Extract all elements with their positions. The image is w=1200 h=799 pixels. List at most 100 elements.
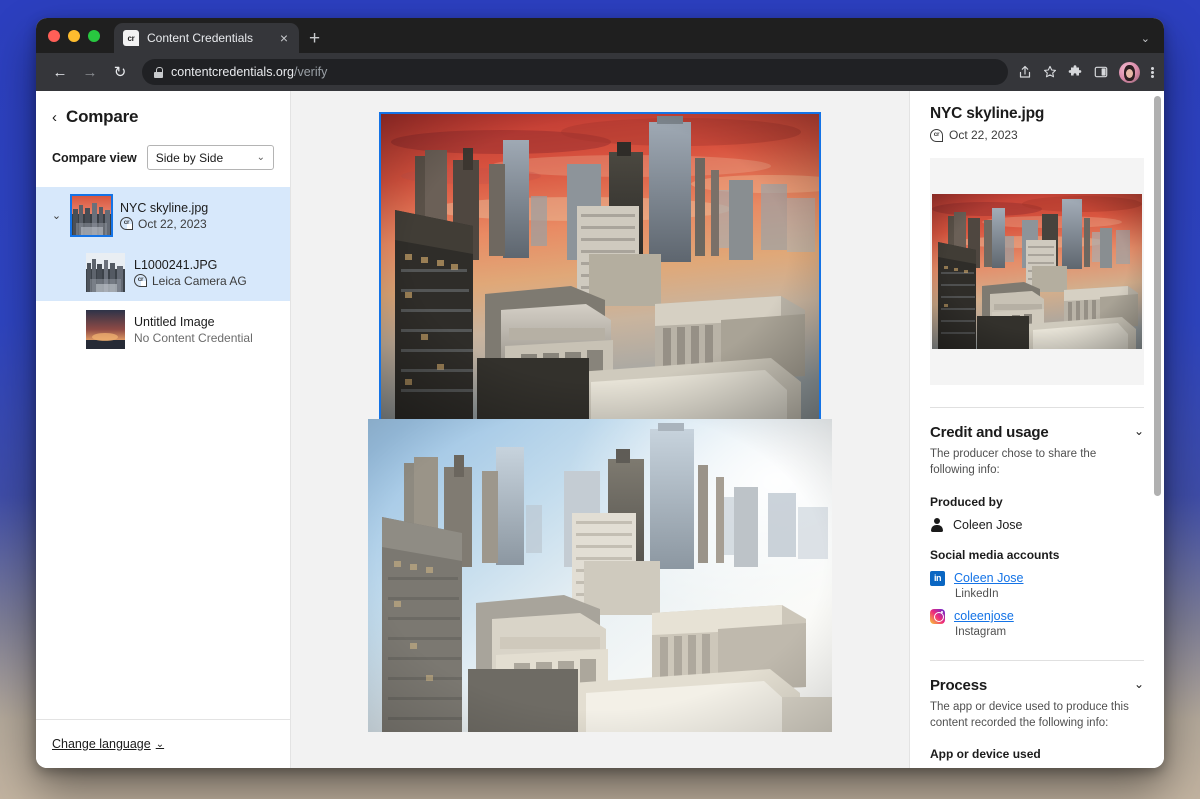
back-button[interactable]: ← — [46, 58, 74, 86]
instagram-caption: Instagram — [955, 626, 1144, 638]
maximize-window-button[interactable] — [88, 30, 100, 42]
file-list: ⌄ — [36, 187, 290, 719]
compare-view-select[interactable]: Side by Side ⌄ — [147, 145, 274, 170]
address-bar[interactable]: contentcredentials.org/verify — [142, 59, 1008, 85]
chevron-left-icon[interactable]: ‹ — [52, 109, 57, 126]
file-name: Untitled Image — [134, 315, 253, 329]
toolbar-icon-group — [1018, 62, 1154, 83]
file-subtitle: cr Oct 22, 2023 — [120, 217, 208, 231]
tab-search-chevron-down-icon[interactable]: ⌄ — [1141, 32, 1150, 45]
chevron-down-icon[interactable]: ⌄ — [1134, 424, 1144, 440]
file-subtitle-text: No Content Credential — [134, 331, 253, 345]
bookmark-star-icon[interactable] — [1043, 65, 1057, 79]
details-file-title: NYC skyline.jpg — [930, 105, 1144, 123]
content-credentials-favicon-icon: cr — [123, 30, 139, 46]
file-meta: L1000241.JPG cr Leica Camera AG — [134, 258, 247, 288]
lock-icon — [154, 67, 163, 78]
social-accounts-label: Social media accounts — [930, 548, 1144, 562]
original-nyc-skyline-photo[interactable] — [368, 419, 832, 732]
sidebar-footer: Change language ⌄ — [36, 719, 290, 768]
compare-view-value: Side by Side — [156, 151, 223, 165]
chevron-down-icon: ⌄ — [156, 739, 164, 750]
linkedin-link[interactable]: Coleen Jose — [954, 571, 1024, 585]
edited-nyc-skyline-photo[interactable] — [381, 114, 819, 419]
file-name: NYC skyline.jpg — [120, 201, 208, 215]
file-subtitle-text: Oct 22, 2023 — [138, 217, 207, 231]
sidebar-header: ‹ Compare Compare view Side by Side ⌄ — [36, 91, 290, 170]
section-credit-and-usage: Credit and usage ⌄ The producer chose to… — [930, 407, 1144, 638]
linkedin-icon: in — [930, 571, 945, 586]
details-preview-container — [930, 158, 1144, 385]
instagram-link[interactable]: coleenjose — [954, 609, 1014, 623]
section-description: The app or device used to produce this c… — [930, 700, 1144, 732]
list-item[interactable]: L1000241.JPG cr Leica Camera AG — [36, 244, 290, 301]
chevron-down-icon: ⌄ — [257, 152, 265, 163]
content-credentials-icon: cr — [134, 274, 147, 287]
compare-canvas — [291, 91, 909, 768]
close-tab-button[interactable]: × — [278, 31, 290, 45]
change-language-link[interactable]: Change language ⌄ — [52, 737, 164, 751]
page-content: ‹ Compare Compare view Side by Side ⌄ ⌄ — [36, 91, 1164, 768]
content-credentials-icon: cr — [930, 129, 943, 142]
file-subtitle-text: Leica Camera AG — [152, 274, 247, 288]
list-item[interactable]: ⌄ — [36, 187, 290, 244]
details-file-date-row: cr Oct 22, 2023 — [930, 128, 1144, 142]
producer-name: Coleen Jose — [953, 518, 1023, 532]
produced-by-label: Produced by — [930, 495, 1144, 509]
browser-tab-title: Content Credentials — [147, 31, 270, 45]
compare-view-row: Compare view Side by Side ⌄ — [52, 145, 274, 170]
producer-row: Coleen Jose — [930, 518, 1144, 532]
section-header[interactable]: Credit and usage ⌄ — [930, 424, 1144, 441]
page-title: Compare — [66, 107, 138, 127]
file-name: L1000241.JPG — [134, 258, 247, 272]
file-meta: NYC skyline.jpg cr Oct 22, 2023 — [120, 201, 208, 231]
edited-photo-graphic — [381, 114, 819, 419]
browser-toolbar: ← → ↻ contentcredentials.org/verify — [36, 53, 1164, 91]
chevron-down-icon[interactable]: ⌄ — [1134, 677, 1144, 693]
list-item[interactable]: Untitled Image No Content Credential — [36, 301, 290, 358]
social-row-linkedin[interactable]: in Coleen Jose — [930, 571, 1144, 586]
left-sidebar: ‹ Compare Compare view Side by Side ⌄ ⌄ — [36, 91, 291, 768]
content-credentials-icon: cr — [120, 217, 133, 230]
file-thumbnail — [86, 253, 125, 292]
address-bar-url: contentcredentials.org/verify — [171, 65, 327, 79]
details-panel-scrollbar[interactable] — [1154, 96, 1161, 496]
file-meta: Untitled Image No Content Credential — [134, 315, 253, 345]
forward-button[interactable]: → — [76, 58, 104, 86]
new-tab-button[interactable]: + — [309, 29, 320, 48]
compare-view-label: Compare view — [52, 151, 137, 165]
chrome-menu-button[interactable] — [1151, 67, 1154, 78]
profile-avatar[interactable] — [1119, 62, 1140, 83]
minimize-window-button[interactable] — [68, 30, 80, 42]
details-file-date: Oct 22, 2023 — [949, 128, 1018, 142]
browser-tab-strip: cr Content Credentials × + ⌄ — [36, 18, 1164, 53]
share-icon[interactable] — [1018, 65, 1032, 79]
linkedin-caption: LinkedIn — [955, 588, 1144, 600]
section-header[interactable]: Process ⌄ — [930, 677, 1144, 694]
reload-button[interactable]: ↻ — [106, 58, 134, 86]
social-row-instagram[interactable]: coleenjose — [930, 609, 1144, 624]
url-path: /verify — [294, 65, 327, 79]
window-traffic-lights — [48, 18, 114, 53]
expand-collapse-chevron-icon[interactable]: ⌄ — [50, 209, 63, 222]
file-thumbnail — [72, 196, 111, 235]
details-panel: NYC skyline.jpg cr Oct 22, 2023 — [909, 91, 1164, 768]
section-title: Credit and usage — [930, 424, 1049, 441]
extensions-puzzle-icon[interactable] — [1068, 65, 1083, 80]
section-process: Process ⌄ The app or device used to prod… — [930, 660, 1144, 768]
browser-tab[interactable]: cr Content Credentials × — [114, 23, 299, 53]
close-window-button[interactable] — [48, 30, 60, 42]
section-title: Process — [930, 677, 987, 694]
file-subtitle: cr Leica Camera AG — [134, 274, 247, 288]
section-description: The producer chose to share the followin… — [930, 447, 1144, 479]
change-language-label: Change language — [52, 737, 151, 751]
file-thumbnail — [86, 310, 125, 349]
compare-back-row[interactable]: ‹ Compare — [52, 107, 274, 127]
instagram-icon — [930, 609, 945, 624]
browser-window: cr Content Credentials × + ⌄ ← → ↻ conte… — [36, 18, 1164, 768]
url-domain: contentcredentials.org — [171, 65, 294, 79]
details-preview-image — [932, 194, 1142, 349]
original-photo-graphic — [368, 419, 832, 732]
side-panel-icon[interactable] — [1094, 65, 1108, 79]
file-subtitle: No Content Credential — [134, 331, 253, 345]
